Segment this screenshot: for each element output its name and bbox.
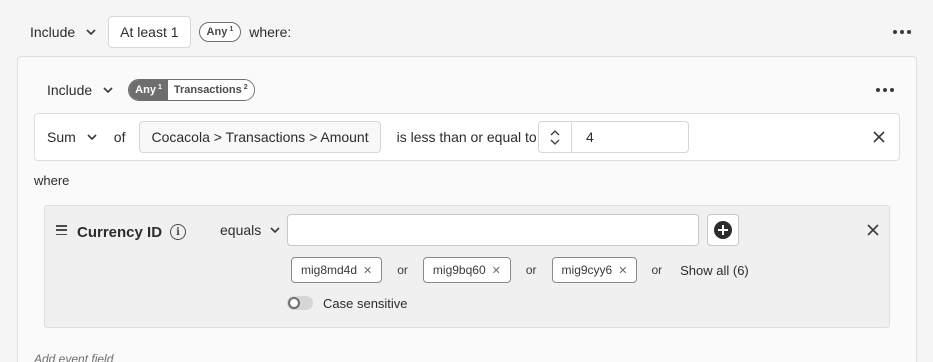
scope-transactions-label: Transactions [173, 84, 242, 96]
event-field-title-row: Currency ID i [77, 222, 187, 242]
field-path-button[interactable]: Cocacola > Transactions > Amount [139, 121, 381, 153]
chevron-down-icon [85, 26, 97, 38]
show-all-link[interactable]: Show all (6) [680, 263, 749, 278]
event-field-name: Currency ID [77, 223, 163, 241]
field-operator-label: equals [220, 222, 262, 238]
tag-label: mig9cyy6 [561, 263, 613, 277]
condition-controls: Sum of Cocacola > Transactions > Amount … [47, 121, 559, 153]
info-icon[interactable]: i [170, 224, 187, 240]
scope-any[interactable]: Any 1 [129, 80, 168, 100]
group-include-dropdown[interactable]: Include [47, 82, 114, 98]
scope-transactions-sup: 2 [243, 83, 248, 91]
top-row: Include At least 1 Any 1 where: [30, 16, 291, 48]
any-pill[interactable]: Any 1 [198, 22, 242, 42]
or-label: or [397, 263, 408, 277]
remove-field-icon[interactable] [866, 223, 880, 237]
chevron-down-icon [86, 131, 98, 143]
operator-dropdown[interactable]: is less than or equal to [397, 129, 559, 145]
case-sensitive-toggle[interactable] [287, 296, 313, 310]
value-stepper[interactable]: 4 [538, 121, 689, 153]
where-label: where [34, 173, 70, 188]
plus-circle-icon [714, 221, 732, 239]
tag-label: mig8md4d [301, 263, 358, 277]
scope-any-sup: 1 [157, 83, 162, 91]
any-pill-label: Any [206, 26, 228, 38]
include-dropdown[interactable]: Include [30, 24, 97, 40]
tags-row: mig8md4d ✕ or mig9bq60 ✕ or mig9cyy6 ✕ o… [291, 257, 749, 283]
scope-transactions[interactable]: Transactions 2 [167, 80, 254, 100]
remove-tag-icon[interactable]: ✕ [363, 264, 372, 277]
value-tag[interactable]: mig8md4d ✕ [291, 257, 383, 283]
aggregate-label: Sum [47, 129, 76, 145]
chevron-down-icon [102, 84, 114, 96]
aggregate-dropdown[interactable]: Sum [47, 129, 98, 145]
of-label: of [113, 129, 126, 145]
value-tag[interactable]: mig9bq60 ✕ [422, 257, 511, 283]
at-least-button[interactable]: At least 1 [108, 16, 191, 48]
group-include-label: Include [47, 82, 93, 98]
add-event-field-link[interactable]: Add event field [34, 352, 113, 362]
tag-label: mig9bq60 [432, 263, 486, 277]
more-options-icon[interactable] [893, 30, 911, 34]
any-pill-sup: 1 [229, 25, 234, 33]
field-operator-dropdown[interactable]: equals [220, 222, 281, 238]
group-more-options-icon[interactable] [876, 88, 894, 92]
field-value-input[interactable] [287, 214, 699, 246]
add-value-button[interactable] [707, 214, 739, 246]
group-header: Include Any 1 Transactions 2 [47, 79, 255, 101]
include-label: Include [30, 24, 76, 40]
or-label: or [651, 263, 663, 277]
where-colon-label: where: [249, 24, 292, 40]
stepper-value[interactable]: 4 [572, 122, 594, 152]
at-least-label: At least 1 [120, 24, 179, 40]
case-sensitive-label: Case sensitive [323, 295, 408, 311]
chevron-up-icon[interactable] [550, 129, 560, 136]
operator-label: is less than or equal to [396, 129, 537, 145]
chevron-down-icon [269, 224, 281, 236]
chevron-down-icon[interactable] [550, 139, 560, 145]
remove-tag-icon[interactable]: ✕ [492, 264, 501, 277]
stepper-arrows[interactable] [539, 122, 572, 152]
scope-any-label: Any [135, 84, 156, 96]
field-path-label: Cocacola > Transactions > Amount [151, 129, 369, 145]
or-label: or [525, 263, 537, 277]
close-icon[interactable] [872, 130, 886, 144]
case-sensitive-row: Case sensitive [287, 295, 408, 311]
scope-pill[interactable]: Any 1 Transactions 2 [128, 79, 255, 101]
value-tag[interactable]: mig9cyy6 ✕ [551, 257, 638, 283]
drag-handle-icon[interactable] [56, 225, 67, 235]
remove-tag-icon[interactable]: ✕ [618, 264, 627, 277]
